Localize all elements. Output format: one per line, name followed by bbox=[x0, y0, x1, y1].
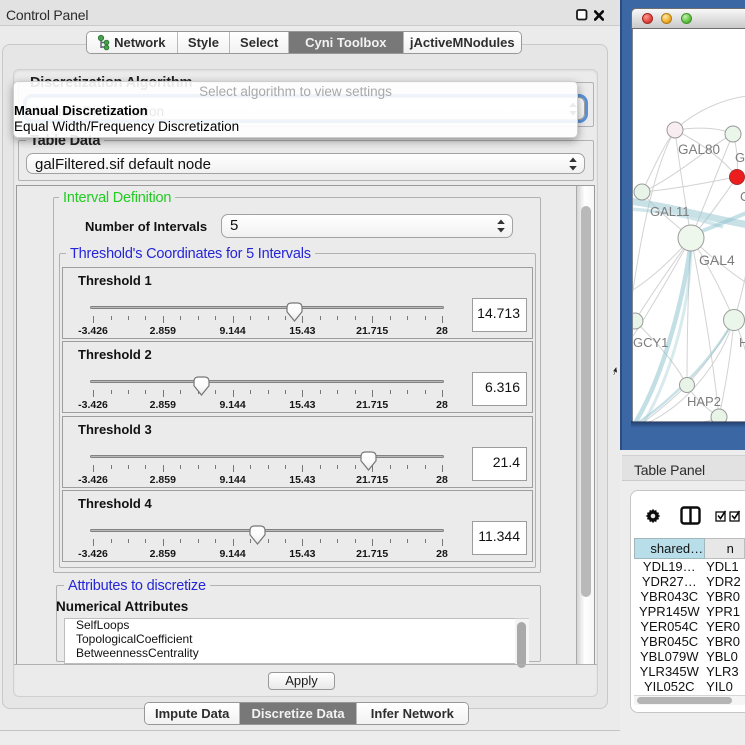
svg-text:C: C bbox=[740, 189, 745, 204]
svg-text:GAL4: GAL4 bbox=[699, 252, 735, 268]
svg-text:HAP2: HAP2 bbox=[687, 394, 721, 409]
svg-text:GCY1: GCY1 bbox=[633, 335, 668, 350]
svg-text:GAL11: GAL11 bbox=[650, 204, 690, 219]
svg-text:GA: GA bbox=[735, 150, 745, 165]
svg-text:H: H bbox=[739, 335, 745, 350]
svg-text:GAL80: GAL80 bbox=[678, 142, 720, 157]
